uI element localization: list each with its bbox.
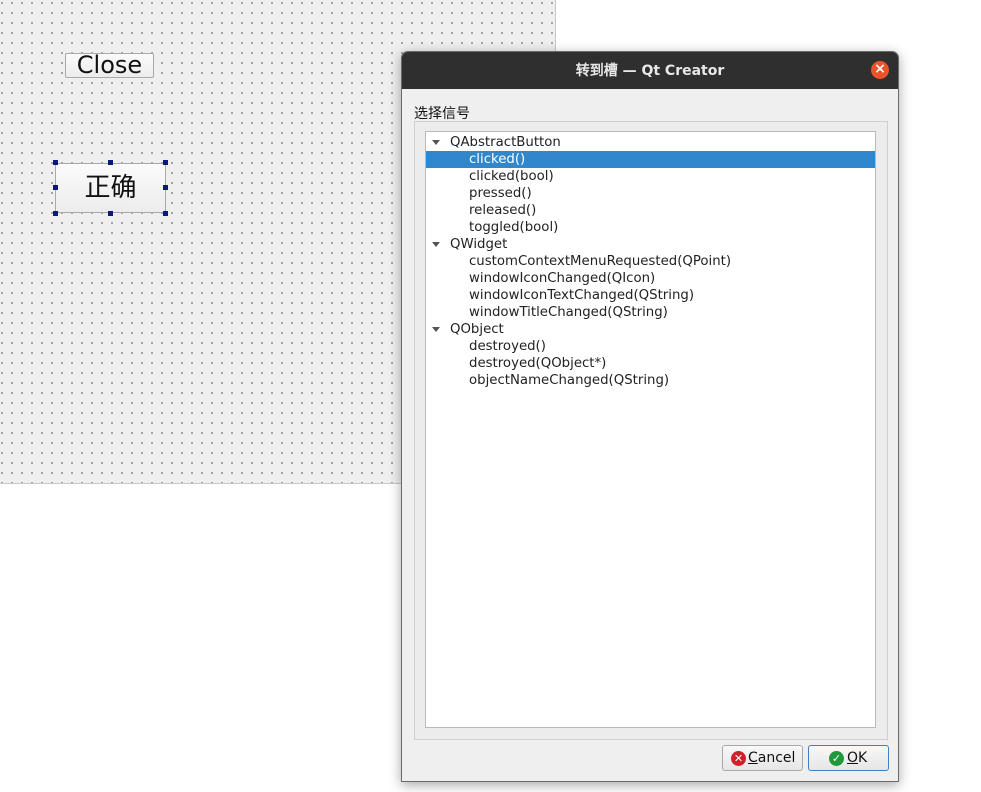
selection-handle[interactable] [53,185,58,190]
cancel-icon: ✕ [731,751,746,766]
tree-signal-item[interactable]: clicked(bool) [426,168,875,185]
tree-class-qwidget[interactable]: QWidget [426,236,875,253]
ok-form-button[interactable]: 正确 [55,163,166,213]
expand-arrow-icon[interactable] [432,327,440,332]
tree-signal-item[interactable]: windowIconChanged(QIcon) [426,270,875,287]
selection-handle[interactable] [53,211,58,216]
signal-tree[interactable]: QAbstractButton clicked() clicked(bool) pre… [425,131,876,728]
go-to-slot-dialog: 转到槽 — Qt Creator × 选择信号 QAbstractButton c… [401,51,899,782]
ok-button[interactable]: ✓ OK [808,745,889,771]
tree-class-qabstractbutton[interactable]: QAbstractButton [426,134,875,151]
check-icon: ✓ [829,751,844,766]
ok-label: K [858,750,868,766]
selection-handle[interactable] [163,185,168,190]
selection-handle[interactable] [108,211,113,216]
selection-handle[interactable] [163,211,168,216]
tree-class-qobject[interactable]: QObject [426,321,875,338]
tree-class-label: QWidget [450,237,508,252]
tree-class-label: QAbstractButton [450,135,561,150]
selection-handle[interactable] [108,160,113,165]
cancel-mnemonic: C [748,750,758,766]
tree-signal-item[interactable]: objectNameChanged(QString) [426,372,875,389]
tree-signal-item[interactable]: destroyed(QObject*) [426,355,875,372]
expand-arrow-icon[interactable] [432,140,440,145]
close-form-button[interactable]: Close [65,53,154,78]
tree-signal-item[interactable]: clicked() [426,151,875,168]
tree-signal-item[interactable]: customContextMenuRequested(QPoint) [426,253,875,270]
group-label: 选择信号 [414,106,470,122]
selection-handle[interactable] [53,160,58,165]
tree-signal-item[interactable]: released() [426,202,875,219]
cancel-button[interactable]: ✕ Cancel [722,745,803,771]
expand-arrow-icon[interactable] [432,242,440,247]
tree-class-label: QObject [450,322,504,337]
ok-mnemonic: O [847,750,859,766]
tree-signal-item[interactable]: windowIconTextChanged(QString) [426,287,875,304]
tree-signal-item[interactable]: destroyed() [426,338,875,355]
cancel-label: ancel [757,750,796,766]
dialog-titlebar[interactable]: 转到槽 — Qt Creator × [402,52,898,89]
tree-signal-item[interactable]: pressed() [426,185,875,202]
selection-handle[interactable] [163,160,168,165]
tree-signal-item[interactable]: toggled(bool) [426,219,875,236]
tree-signal-item[interactable]: windowTitleChanged(QString) [426,304,875,321]
close-icon[interactable]: × [871,61,889,79]
dialog-title: 转到槽 — Qt Creator [575,63,725,79]
